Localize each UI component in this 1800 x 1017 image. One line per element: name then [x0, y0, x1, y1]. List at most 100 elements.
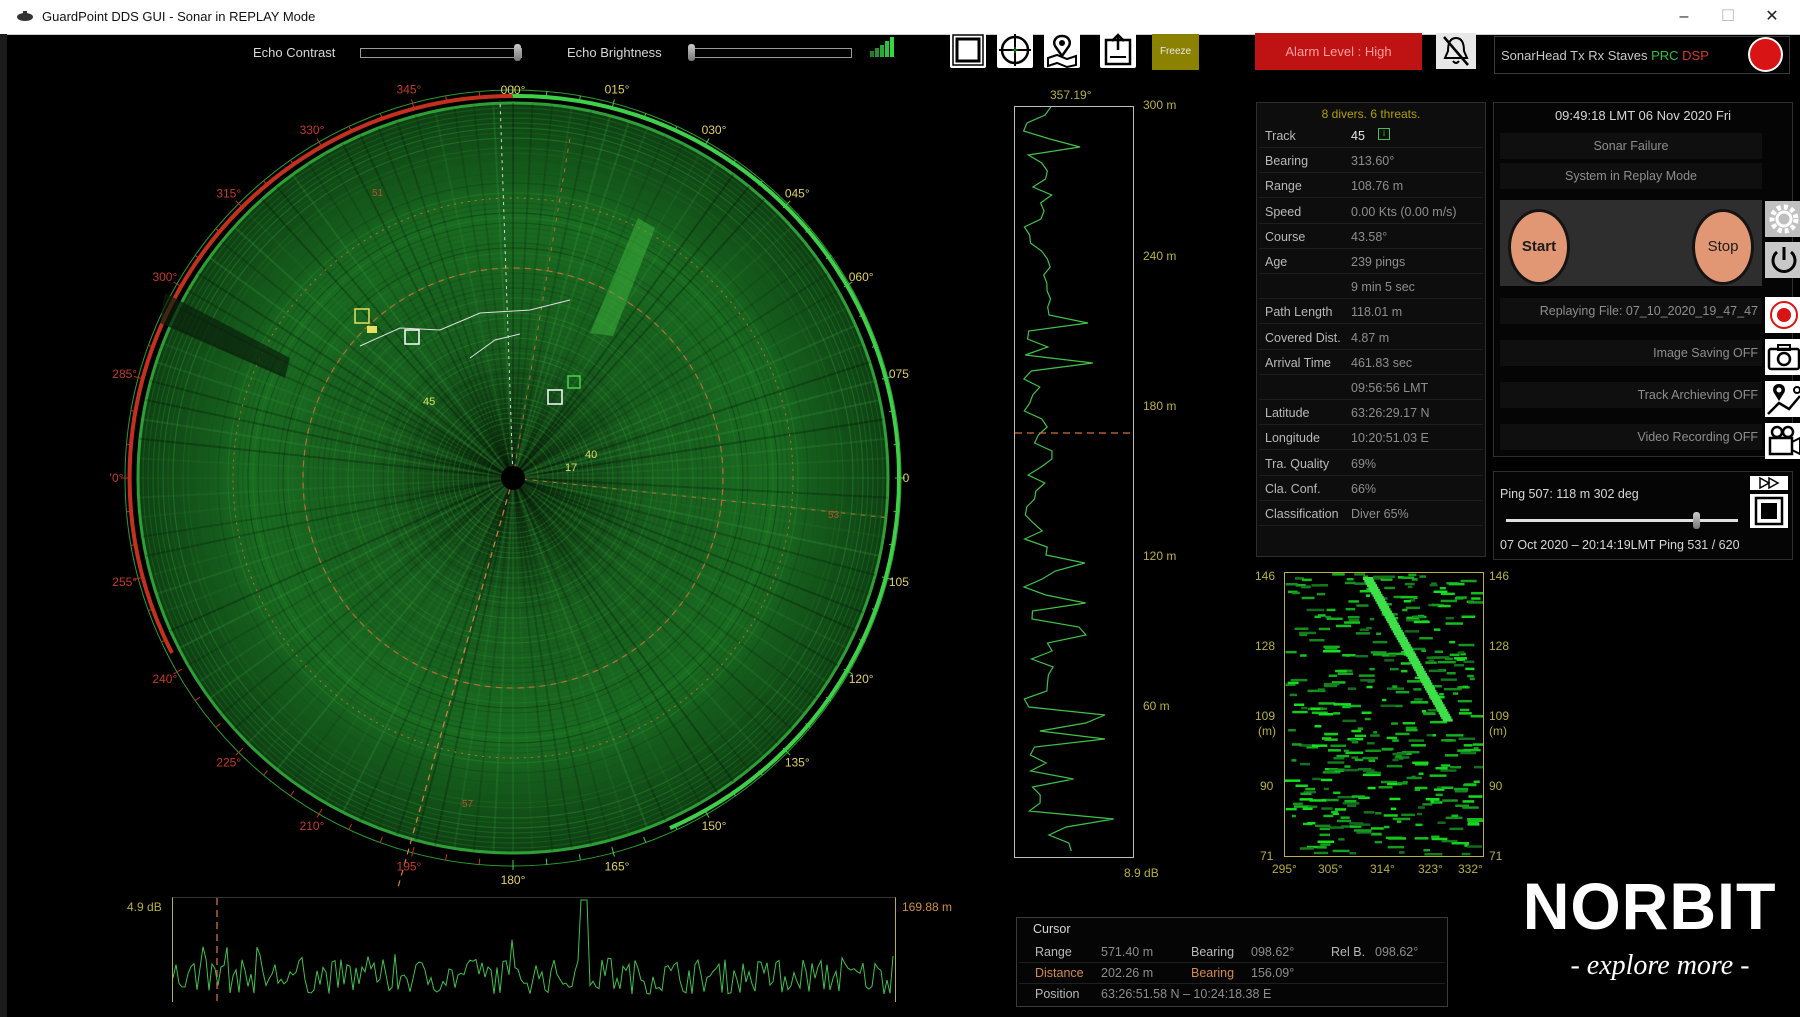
image-saving-button[interactable] — [1765, 339, 1800, 375]
waterfall-echo — [1373, 731, 1378, 734]
bearing-tick — [893, 443, 900, 446]
echo-brightness-slider[interactable] — [690, 48, 852, 58]
waterfall-echo — [1367, 786, 1376, 790]
waterfall-y-tick-109: 109 — [1255, 709, 1276, 723]
waterfall-echo — [1423, 849, 1430, 852]
waterfall-echo — [1390, 667, 1399, 671]
stop-button[interactable]: Stop — [1692, 209, 1754, 285]
bearing-label: 330° — [300, 123, 325, 137]
waterfall-echo — [1437, 604, 1451, 608]
echo-contrast-thumb[interactable] — [514, 44, 521, 61]
bearing-profile-plot[interactable] — [172, 897, 896, 1002]
track-archiving-button[interactable] — [1765, 381, 1800, 417]
track-info-icon[interactable]: i — [1378, 128, 1390, 140]
video-recording-button[interactable] — [1765, 423, 1800, 459]
waterfall-echo — [1291, 814, 1296, 818]
waterfall-echo — [1414, 698, 1423, 701]
sonar-ppi-display[interactable]: 345° 330° 315° 300° 285° 270° 255° 240° 225° 210°… — [110, 78, 910, 888]
bell-mute-button[interactable] — [1436, 33, 1476, 69]
record-icon[interactable] — [1750, 39, 1781, 70]
waterfall-echo — [1405, 726, 1417, 730]
waterfall-echo — [1380, 704, 1396, 707]
track-info-row: Age 239 pings — [1259, 251, 1483, 274]
target-label-53: 53 — [828, 510, 840, 521]
bearing-tick — [411, 846, 415, 857]
bearing-tick — [235, 747, 244, 756]
waterfall-y-tick-128-right: 128 — [1489, 639, 1510, 653]
record-file-button[interactable] — [1765, 297, 1800, 333]
waterfall-echo — [1370, 651, 1387, 654]
waterfall-echo — [1433, 590, 1448, 593]
replaying-file: Replaying File: 07_10_2020_19_47_47 — [1500, 298, 1762, 324]
fullscreen-button[interactable] — [950, 32, 986, 68]
waterfall-echo — [1358, 767, 1372, 771]
fast-forward-icon — [1759, 476, 1780, 490]
bearing-tick — [290, 790, 295, 797]
target-add-icon: + — [999, 34, 1031, 66]
track-info-key: Tra. Quality — [1265, 456, 1330, 471]
power-button[interactable] — [1765, 242, 1800, 278]
waterfall-echo — [1367, 742, 1375, 745]
waterfall-echo — [1340, 816, 1350, 819]
bearing-label: 315° — [216, 187, 241, 201]
bearing-tick — [643, 836, 647, 843]
waterfall-echo — [1402, 722, 1415, 725]
waterfall-echo — [1383, 825, 1390, 829]
waterfall-echo — [1305, 787, 1316, 791]
waterfall-echo — [1435, 767, 1448, 770]
waterfall-echo — [1408, 573, 1417, 577]
freeze-button[interactable]: Freeze — [1152, 34, 1199, 70]
map-pin-button[interactable] — [1044, 32, 1080, 69]
export-button[interactable] — [1100, 32, 1136, 68]
waterfall-echo — [1347, 616, 1360, 619]
ping-slider-track[interactable] — [1506, 519, 1738, 522]
waterfall-echo — [1366, 771, 1381, 775]
waterfall-echo — [1291, 743, 1302, 746]
start-button[interactable]: Start — [1508, 209, 1570, 285]
sonar-failure-status: Sonar Failure — [1500, 133, 1762, 159]
cursor-row-range: Range 571.40 m Bearing 098.62° Rel B. 09… — [1019, 942, 1445, 963]
alarm-level-indicator[interactable]: Alarm Level : High — [1255, 33, 1422, 70]
bearing-tick — [379, 836, 383, 843]
bearing-profile-line — [172, 899, 894, 995]
track-info-row: Path Length 118.01 m — [1259, 301, 1483, 325]
waterfall-echo — [1317, 846, 1327, 849]
waterfall-echo — [1360, 679, 1376, 682]
waterfall-echo — [1448, 582, 1465, 586]
waterfall-echo — [1446, 734, 1464, 737]
echo-brightness-thumb[interactable] — [688, 44, 695, 61]
close-button[interactable]: ✕ — [1750, 4, 1794, 30]
track-info-value: 09:56:56 LMT — [1351, 381, 1429, 395]
waterfall-echo — [1323, 787, 1329, 791]
ping-slider-thumb[interactable] — [1693, 512, 1701, 529]
fast-forward-button[interactable] — [1750, 476, 1788, 490]
echo-contrast-slider[interactable] — [360, 48, 522, 58]
waterfall-display[interactable] — [1284, 572, 1488, 857]
bearing-label: 165° — [605, 859, 630, 873]
bearing-tick — [215, 723, 221, 728]
settings-button[interactable] — [1765, 201, 1800, 237]
waterfall-echo — [1332, 573, 1345, 576]
sonarhead-status: SonarHead Tx Rx Staves PRC DSP — [1494, 36, 1790, 74]
waterfall-echo — [1336, 754, 1350, 758]
waterfall-echo — [1354, 829, 1372, 832]
waterfall-echo — [1344, 768, 1359, 772]
range-profile-plot[interactable] — [1014, 106, 1134, 858]
track-info-row: Tra. Quality 69% — [1259, 453, 1483, 476]
waterfall-echo — [1354, 758, 1364, 762]
waterfall-echo — [1386, 736, 1397, 740]
target-add-button[interactable]: + — [997, 32, 1033, 68]
waterfall-echo — [1295, 784, 1308, 787]
waterfall-echo — [1328, 768, 1345, 771]
waterfall-echo — [1426, 733, 1433, 737]
range-plot-db: 8.9 dB — [1124, 866, 1159, 880]
cursor-row-position: Position 63:26:51.58 N – 10:24:18.38 E — [1019, 984, 1445, 1004]
maximize-button[interactable]: ☐ — [1706, 4, 1750, 30]
waterfall-echo — [1399, 851, 1405, 854]
waterfall-echo — [1467, 845, 1482, 848]
track-info-value: 63:26:29.17 N — [1351, 406, 1430, 421]
stop-replay-button[interactable] — [1750, 494, 1788, 528]
waterfall-echo — [1413, 615, 1424, 618]
minimize-button[interactable]: – — [1662, 4, 1706, 30]
waterfall-echo — [1395, 732, 1410, 736]
